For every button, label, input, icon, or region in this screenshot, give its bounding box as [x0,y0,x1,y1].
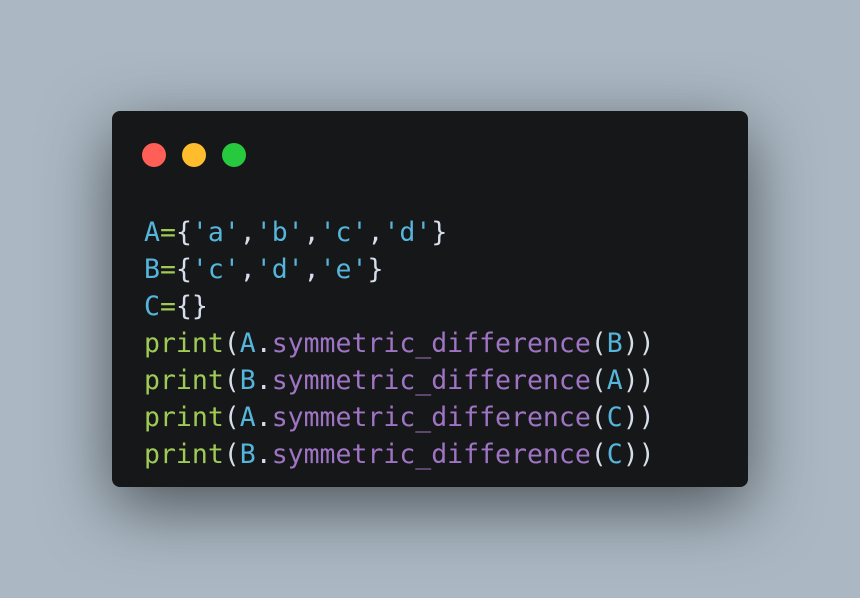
string-token: 'c' [191,254,240,285]
punctuation-token: {} [175,291,208,322]
code-line: print(B.symmetric_difference(A)) [144,362,655,399]
punctuation-token: )) [622,439,655,470]
function-token: print [144,439,224,470]
string-token: 'b' [255,217,304,248]
punctuation-token: ( [223,402,240,433]
method-token: symmetric_difference [271,439,591,470]
code-line: A={'a','b','c','d'} [144,214,655,251]
function-token: print [144,328,224,359]
variable-token: B [239,439,256,470]
variable-token: A [239,402,256,433]
code-line: C={} [144,288,655,325]
punctuation-token: ( [223,439,240,470]
punctuation-token: ( [590,439,607,470]
string-token: 'c' [319,217,368,248]
punctuation-token: )) [622,328,655,359]
code-block: A={'a','b','c','d'} B={'c','d','e'} C={} pr… [144,214,655,473]
punctuation-token: ( [590,365,607,396]
punctuation-token: } [431,217,448,248]
variable-token: A [239,328,256,359]
code-line: print(A.symmetric_difference(C)) [144,399,655,436]
punctuation-token: , [303,254,320,285]
variable-token: B [144,254,160,285]
variable-token: A [606,365,623,396]
punctuation-token: . [255,328,272,359]
close-dot-icon[interactable] [142,143,166,167]
operator-token: = [159,291,176,322]
punctuation-token: . [255,439,272,470]
maximize-dot-icon[interactable] [222,143,246,167]
punctuation-token: ( [590,328,607,359]
operator-token: = [159,217,176,248]
code-line: B={'c','d','e'} [144,251,655,288]
code-line: print(B.symmetric_difference(C)) [144,436,655,473]
punctuation-token: . [255,402,272,433]
function-token: print [144,365,224,396]
punctuation-token: { [175,254,192,285]
string-token: 'a' [191,217,240,248]
variable-token: C [606,439,623,470]
code-line: print(A.symmetric_difference(B)) [144,325,655,362]
punctuation-token: , [239,254,256,285]
punctuation-token: ( [223,328,240,359]
punctuation-token: } [367,254,384,285]
punctuation-token: , [367,217,384,248]
method-token: symmetric_difference [271,328,591,359]
minimize-dot-icon[interactable] [182,143,206,167]
window-controls [142,143,246,167]
variable-token: A [144,217,160,248]
punctuation-token: { [175,217,192,248]
string-token: 'd' [255,254,304,285]
string-token: 'e' [319,254,368,285]
punctuation-token: ( [223,365,240,396]
variable-token: C [606,402,623,433]
punctuation-token: , [239,217,256,248]
method-token: symmetric_difference [271,402,591,433]
variable-token: C [144,291,160,322]
operator-token: = [159,254,176,285]
string-token: 'd' [383,217,432,248]
function-token: print [144,402,224,433]
variable-token: B [606,328,623,359]
variable-token: B [239,365,256,396]
punctuation-token: )) [622,365,655,396]
code-window: A={'a','b','c','d'} B={'c','d','e'} C={} pr… [112,111,748,487]
punctuation-token: )) [622,402,655,433]
punctuation-token: , [303,217,320,248]
punctuation-token: ( [590,402,607,433]
punctuation-token: . [255,365,272,396]
method-token: symmetric_difference [271,365,591,396]
